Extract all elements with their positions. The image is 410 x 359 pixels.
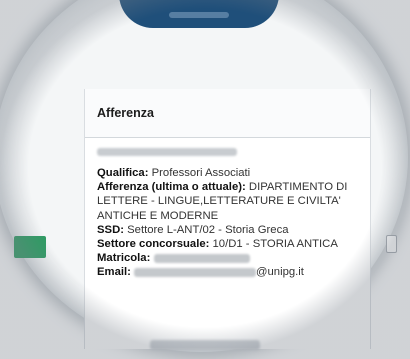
settore-value: 10/D1 - STORIA ANTICA: [212, 238, 338, 251]
afferenza-table: Afferenza Qualifica: Professori Associat…: [84, 89, 371, 349]
top-header-bar: [119, 0, 279, 28]
column-header-label: Afferenza: [97, 106, 154, 120]
qualifica-value: Professori Associati: [151, 167, 251, 179]
row-checkbox[interactable]: [386, 235, 397, 253]
afferenza-label: Afferenza (ultima o attuale):: [97, 181, 246, 194]
screenshot-stage: Afferenza Qualifica: Professori Associat…: [0, 0, 410, 359]
redacted-name: [97, 148, 237, 156]
matricola-label: Matricola:: [97, 252, 151, 265]
email-label: Email:: [97, 266, 131, 279]
redacted-matricola: [153, 253, 250, 263]
ssd-label: SSD:: [97, 223, 124, 236]
qualifica-label: Qualifica:: [97, 167, 149, 179]
afferenza-cell: Qualifica: Professori Associati Afferenz…: [85, 138, 370, 280]
status-indicator: [14, 236, 46, 258]
column-header-afferenza[interactable]: Afferenza: [85, 89, 370, 138]
qualifica-row: Qualifica: Professori Associati: [97, 166, 358, 180]
settore-label: Settore concorsuale:: [97, 238, 210, 251]
matricola-row: Matricola:: [97, 251, 358, 265]
settore-row: Settore concorsuale: 10/D1 - STORIA ANTI…: [97, 237, 358, 251]
ssd-value: Settore L-ANT/02 - Storia Greca: [127, 223, 289, 236]
ssd-row: SSD: Settore L-ANT/02 - Storia Greca: [97, 223, 358, 237]
blurred-header-text: [169, 12, 229, 18]
afferenza-row: Afferenza (ultima o attuale): DIPARTIMEN…: [97, 180, 358, 223]
email-row: Email: @unipg.it: [97, 265, 358, 279]
email-domain[interactable]: @unipg.it: [256, 266, 304, 278]
redacted-email: [134, 267, 257, 277]
blurred-bottom-row: [150, 340, 260, 350]
